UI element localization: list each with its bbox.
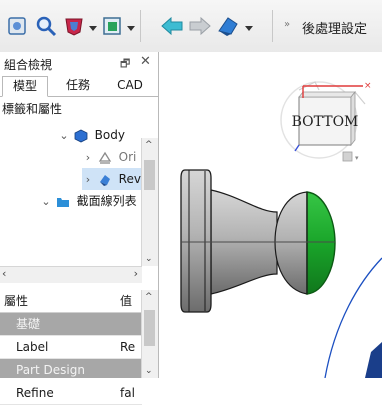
tree-horizontal-scrollbar[interactable]: ‹ › bbox=[0, 266, 142, 283]
selection-filter-icon[interactable] bbox=[98, 12, 126, 40]
property-value[interactable]: fal bbox=[120, 382, 135, 404]
main-toolbar: » 後處理設定 bbox=[0, 0, 382, 53]
tab-model[interactable]: 模型 bbox=[2, 76, 48, 97]
value-column-header: 值 bbox=[120, 294, 133, 308]
dropdown-arrow-icon[interactable] bbox=[127, 24, 135, 32]
scroll-up-icon[interactable]: ^ bbox=[145, 292, 153, 302]
draw-style-icon[interactable] bbox=[60, 12, 88, 40]
toolbar-separator bbox=[272, 10, 273, 42]
tree-item-label: Rev bbox=[118, 172, 141, 186]
tree-item-revolution[interactable]: › Rev bbox=[82, 168, 142, 190]
property-group-part-design[interactable]: Part Design bbox=[0, 359, 142, 378]
tree-item-label: 截面線列表 bbox=[76, 194, 137, 208]
tree-item-label: Body bbox=[94, 128, 125, 142]
selected-face-highlight[interactable] bbox=[306, 191, 336, 295]
workbench-icon[interactable] bbox=[214, 12, 242, 40]
scroll-down-icon[interactable]: ⌄ bbox=[145, 254, 153, 264]
scroll-up-icon[interactable]: ^ bbox=[145, 140, 153, 150]
revolution-icon bbox=[99, 174, 110, 186]
tree-item-body[interactable]: ⌄ Body bbox=[58, 124, 125, 146]
navcube-mini-cube-icon[interactable] bbox=[342, 151, 353, 162]
postprocess-settings-menu[interactable]: 後處理設定 bbox=[302, 18, 367, 37]
origin-icon bbox=[98, 151, 112, 164]
tree-header: 標籤和屬性 bbox=[2, 98, 62, 120]
collapse-arrow-icon[interactable]: › bbox=[82, 169, 94, 191]
scroll-down-icon[interactable]: ⌄ bbox=[145, 366, 153, 376]
combo-view-panel: 組合檢視 🗗 ✕ 模型 任務 CAD 標籤和屬性 ⌄ Body › Ori › … bbox=[0, 52, 159, 405]
float-panel-icon[interactable]: 🗗 bbox=[120, 55, 130, 74]
sketch-fragment bbox=[365, 342, 382, 378]
folder-icon bbox=[56, 197, 69, 207]
tab-cad[interactable]: CAD bbox=[108, 76, 152, 95]
toolbar-separator bbox=[140, 10, 141, 42]
property-value[interactable]: Re bbox=[120, 336, 135, 358]
property-row-label[interactable]: Label Re bbox=[0, 336, 142, 359]
property-group-base[interactable]: 基礎 bbox=[0, 313, 142, 336]
zoom-icon[interactable] bbox=[32, 12, 60, 40]
forward-arrow-icon[interactable] bbox=[186, 12, 214, 40]
scroll-left-icon[interactable]: ‹ bbox=[2, 267, 6, 280]
combo-view-tabs: 模型 任務 CAD bbox=[0, 74, 158, 97]
tree-item-label: Ori bbox=[118, 150, 137, 164]
property-name: Label bbox=[16, 340, 49, 354]
panel-title: 組合檢視 bbox=[4, 58, 53, 72]
scroll-right-icon[interactable]: › bbox=[134, 267, 138, 280]
scroll-thumb[interactable] bbox=[144, 160, 155, 190]
toolbar-overflow-icon[interactable]: » bbox=[284, 19, 290, 30]
close-panel-icon[interactable]: ✕ bbox=[140, 54, 151, 69]
dropdown-arrow-icon[interactable] bbox=[245, 24, 253, 32]
3d-model-part[interactable] bbox=[180, 169, 336, 313]
tree-vertical-scrollbar[interactable]: ^ ⌄ bbox=[141, 138, 158, 266]
expand-arrow-icon[interactable]: ⌄ bbox=[40, 191, 52, 213]
body-icon bbox=[74, 129, 88, 142]
property-header: 屬性 值 bbox=[0, 290, 142, 313]
tree-item-origin[interactable]: › Ori bbox=[82, 146, 137, 169]
tree-header-label: 標籤和屬性 bbox=[2, 102, 63, 116]
navigation-cube[interactable]: BOTTOM × ▾ bbox=[280, 81, 372, 162]
property-group-label: 基礎 bbox=[16, 317, 41, 331]
navcube-rotate-right-icon[interactable] bbox=[354, 91, 366, 105]
dropdown-arrow-icon[interactable] bbox=[89, 24, 97, 32]
3d-viewport[interactable]: BOTTOM × ▾ bbox=[159, 52, 382, 378]
expand-arrow-icon[interactable]: ⌄ bbox=[58, 125, 70, 147]
model-tree: 標籤和屬性 ⌄ Body › Ori › Rev ⌄ 截面線列表 ^ ⌄ bbox=[0, 98, 158, 266]
property-column-header: 屬性 bbox=[4, 294, 29, 308]
property-name: Refine bbox=[16, 386, 54, 400]
property-row-refine[interactable]: Refine fal bbox=[0, 382, 142, 405]
property-group-label: Part Design bbox=[16, 363, 85, 377]
navcube-menu-icon[interactable]: ▾ bbox=[355, 154, 359, 162]
scroll-thumb[interactable] bbox=[144, 310, 155, 346]
collapse-arrow-icon[interactable]: › bbox=[82, 147, 94, 169]
tab-tasks[interactable]: 任務 bbox=[56, 76, 100, 95]
property-vertical-scrollbar[interactable]: ^ ⌄ bbox=[141, 290, 158, 378]
axis-x-icon: × bbox=[364, 81, 372, 91]
view-icon[interactable] bbox=[4, 12, 32, 40]
tree-item-section-list[interactable]: ⌄ 截面線列表 bbox=[40, 190, 137, 213]
back-arrow-icon[interactable] bbox=[158, 12, 186, 40]
navcube-face-label: BOTTOM bbox=[292, 114, 359, 130]
property-view: 屬性 值 基礎 Label Re Part Design bbox=[0, 290, 158, 378]
